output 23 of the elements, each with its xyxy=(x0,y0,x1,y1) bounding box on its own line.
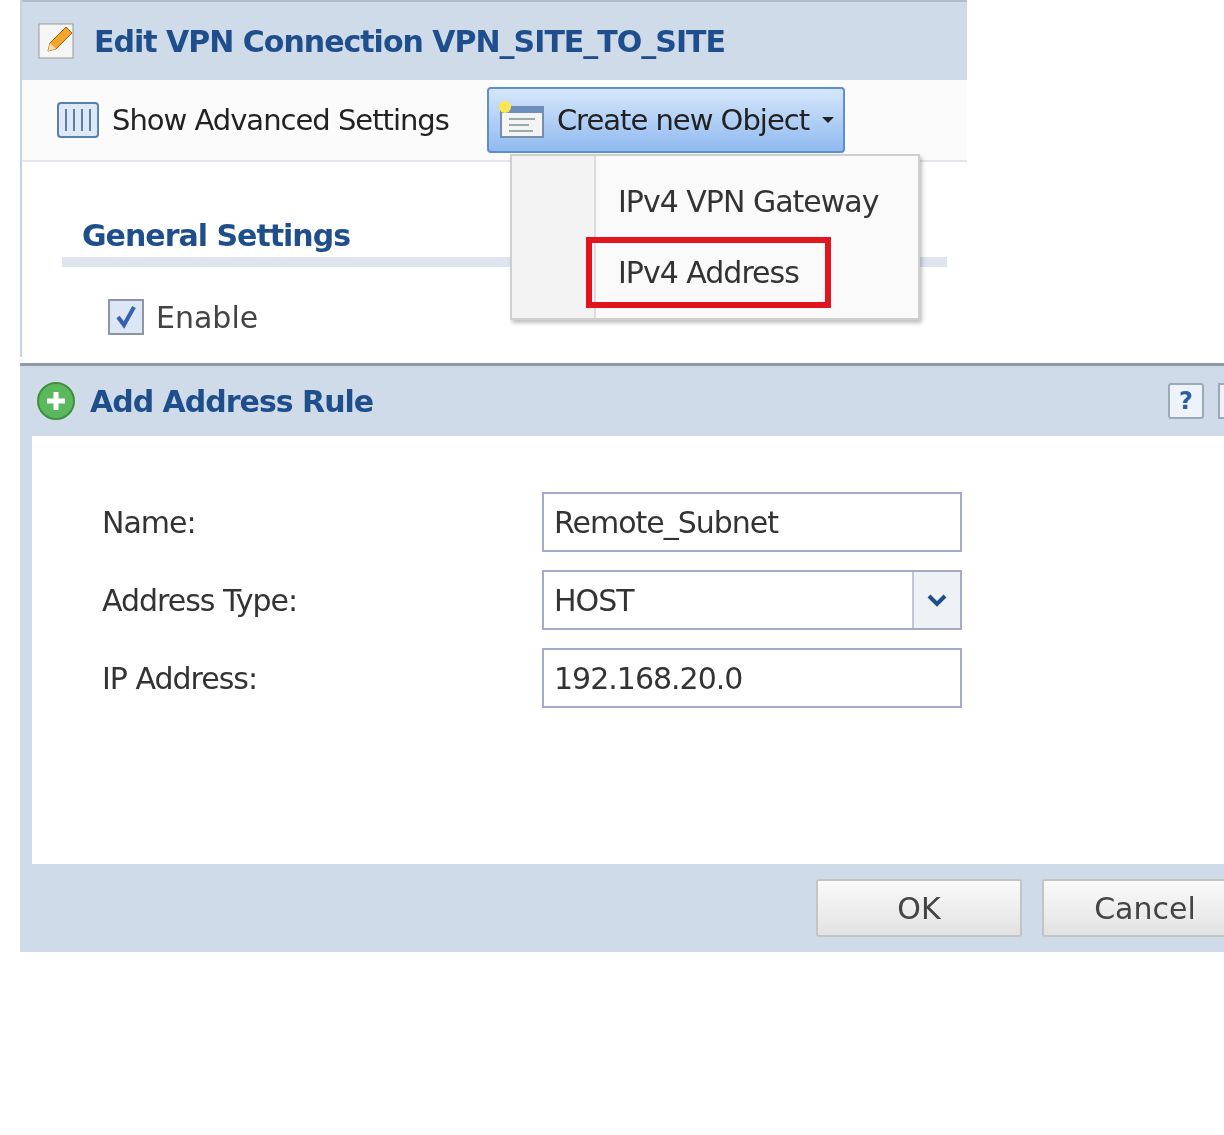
window-icon xyxy=(496,101,545,139)
help-button[interactable]: ? xyxy=(1168,383,1204,419)
plus-icon xyxy=(36,381,76,421)
input-field[interactable]: Remote_Subnet xyxy=(542,492,962,552)
address-type-select[interactable]: HOST xyxy=(542,570,962,630)
field-label: IP Address: xyxy=(101,660,259,696)
field-label: Address Type: xyxy=(101,582,299,618)
input-field[interactable]: 192.168.20.0 xyxy=(542,648,962,708)
columns-icon xyxy=(56,101,100,139)
caret-icon xyxy=(821,116,836,124)
create-object-button[interactable]: Create new Object xyxy=(486,87,846,153)
advanced-settings-button[interactable]: Show Advanced Settings xyxy=(46,87,459,153)
menu-item[interactable]: IPv4 Address xyxy=(586,237,831,308)
menu-item[interactable]: IPv4 VPN Gateway xyxy=(586,166,911,237)
chevron-icon xyxy=(926,593,948,607)
ok-button[interactable]: OK xyxy=(816,879,1022,937)
window-title: Edit VPN Connection VPN_SITE_TO_SITE xyxy=(94,23,726,59)
enable-label: Enable xyxy=(156,299,259,335)
field-label: Name: xyxy=(101,504,197,540)
dialog-title: Add Address Rule xyxy=(90,383,374,419)
enable-checkbox[interactable] xyxy=(108,299,144,335)
cancel-button[interactable]: Cancel xyxy=(1042,879,1224,937)
section-title: General Settings xyxy=(82,218,351,253)
